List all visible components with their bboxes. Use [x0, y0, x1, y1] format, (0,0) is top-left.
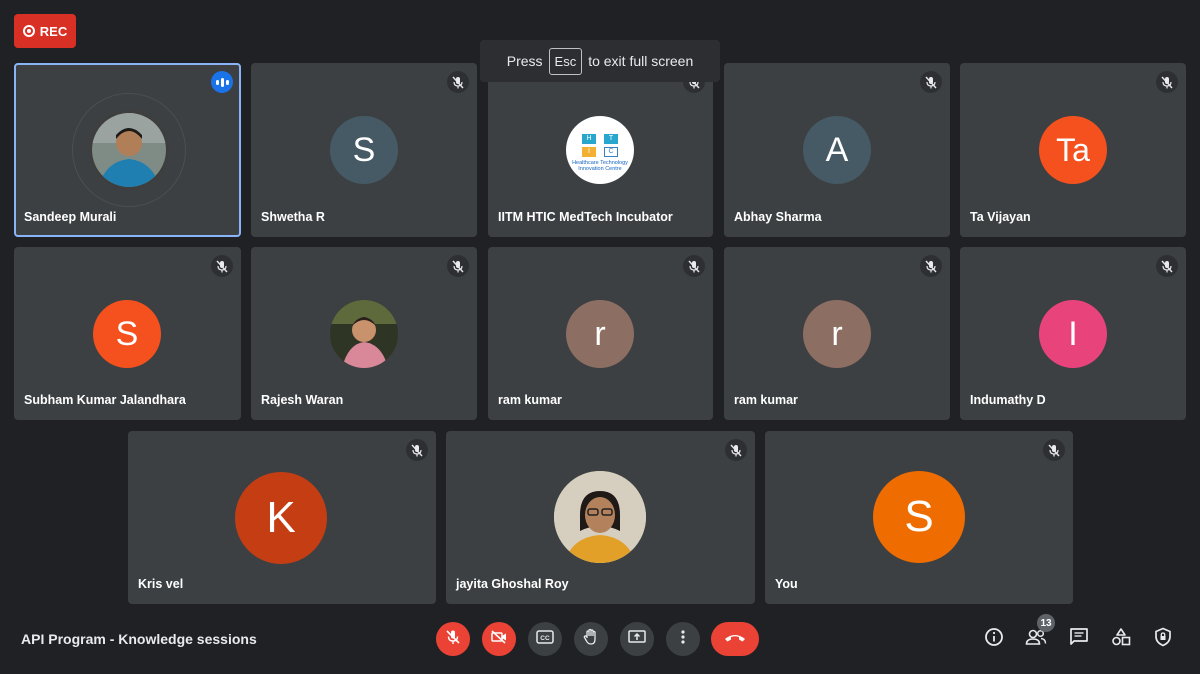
participant-name: Abhay Sharma	[734, 210, 822, 224]
activities-button[interactable]	[1108, 626, 1134, 652]
captions-button[interactable]: CC	[528, 622, 562, 656]
mic-off-icon	[445, 629, 461, 650]
participant-tile[interactable]: Sandeep Murali	[14, 63, 241, 237]
participant-tile[interactable]: Ta Ta Vijayan	[960, 63, 1186, 237]
avatar-initials: r	[803, 300, 871, 368]
meeting-title: API Program - Knowledge sessions	[21, 631, 257, 647]
mic-muted-icon	[920, 71, 942, 93]
participant-tile[interactable]: S You	[765, 431, 1073, 604]
mic-muted-icon	[447, 255, 469, 277]
avatar-photo	[89, 110, 169, 190]
mic-muted-icon	[1156, 255, 1178, 277]
participant-count-badge: 13	[1037, 614, 1055, 632]
participant-tile[interactable]: r ram kumar	[488, 247, 713, 420]
avatar-initials: S	[330, 116, 398, 184]
participant-tile[interactable]: S Shwetha R	[251, 63, 477, 237]
participant-tile[interactable]: A Abhay Sharma	[724, 63, 950, 237]
camera-off-icon	[490, 629, 508, 650]
camera-toggle-button[interactable]	[482, 622, 516, 656]
participant-name: IITM HTIC MedTech Incubator	[498, 210, 673, 224]
avatar-photo	[330, 300, 398, 368]
bottom-control-bar: API Program - Knowledge sessions CC	[0, 610, 1200, 674]
participant-name: ram kumar	[498, 393, 562, 407]
speaking-indicator-icon	[211, 71, 233, 93]
mic-muted-icon	[1156, 71, 1178, 93]
avatar-initials: S	[873, 471, 965, 563]
fullscreen-tooltip: Press Esc to exit full screen	[480, 40, 720, 82]
avatar-initials: r	[566, 300, 634, 368]
activities-icon	[1111, 627, 1131, 652]
participant-name: Indumathy D	[970, 393, 1046, 407]
participant-name: Kris vel	[138, 577, 184, 591]
chat-icon	[1069, 627, 1089, 652]
mic-muted-icon	[447, 71, 469, 93]
participant-tile[interactable]: I Indumathy D	[960, 247, 1186, 420]
end-call-button[interactable]	[711, 622, 759, 656]
mic-muted-icon	[920, 255, 942, 277]
host-controls-button[interactable]	[1150, 626, 1176, 652]
logo-text-line2: Innovation Centre	[578, 166, 622, 172]
logo-cell: C	[604, 147, 618, 157]
participant-name: Sandeep Murali	[24, 210, 117, 224]
mic-muted-icon	[406, 439, 428, 461]
tooltip-text-press: Press	[506, 53, 543, 69]
more-options-icon	[680, 629, 686, 650]
mic-toggle-button[interactable]	[436, 622, 470, 656]
chat-button[interactable]	[1066, 626, 1092, 652]
participant-name: You	[775, 577, 798, 591]
avatar-initials: K	[235, 472, 327, 564]
participant-name: Subham Kumar Jalandhara	[24, 393, 186, 407]
participant-name: Shwetha R	[261, 210, 325, 224]
participant-tile[interactable]: Rajesh Waran	[251, 247, 477, 420]
logo-cell: I	[582, 147, 596, 157]
captions-icon: CC	[536, 629, 554, 649]
mic-muted-icon	[211, 255, 233, 277]
info-icon	[984, 627, 1004, 652]
recording-label: REC	[39, 23, 68, 39]
raise-hand-icon	[583, 628, 599, 651]
esc-key: Esc	[548, 47, 583, 75]
participant-tile[interactable]: H T I C Healthcare Technology Innovation…	[488, 63, 713, 237]
host-controls-icon	[1153, 627, 1173, 652]
present-screen-button[interactable]	[620, 622, 654, 656]
participant-name: Rajesh Waran	[261, 393, 344, 407]
svg-text:CC: CC	[540, 635, 550, 642]
recording-indicator: REC	[14, 14, 76, 48]
logo-cell: H	[582, 134, 596, 144]
participant-tile[interactable]: jayita Ghoshal Roy	[446, 431, 755, 604]
participant-tile[interactable]: K Kris vel	[128, 431, 436, 604]
avatar-photo	[554, 471, 646, 563]
logo-cell: T	[604, 134, 618, 144]
record-icon	[22, 25, 35, 37]
raise-hand-button[interactable]	[574, 622, 608, 656]
tooltip-text-exit: to exit full screen	[588, 53, 694, 69]
present-screen-icon	[628, 629, 646, 650]
avatar-initials: I	[1039, 300, 1107, 368]
participant-tile[interactable]: S Subham Kumar Jalandhara	[14, 247, 241, 420]
mic-muted-icon	[683, 255, 705, 277]
participant-name: ram kumar	[734, 393, 798, 407]
mic-muted-icon	[1043, 439, 1065, 461]
participant-tile[interactable]: r ram kumar	[724, 247, 950, 420]
participant-name: Ta Vijayan	[970, 210, 1031, 224]
more-options-button[interactable]	[666, 622, 700, 656]
participant-name: jayita Ghoshal Roy	[456, 577, 569, 591]
end-call-icon	[724, 630, 746, 648]
organization-logo: H T I C Healthcare Technology Innovation…	[566, 116, 634, 184]
avatar-initials: Ta	[1039, 116, 1107, 184]
mic-muted-icon	[725, 439, 747, 461]
meeting-details-button[interactable]	[981, 626, 1007, 652]
avatar-initials: A	[803, 116, 871, 184]
avatar-initials: S	[93, 300, 161, 368]
